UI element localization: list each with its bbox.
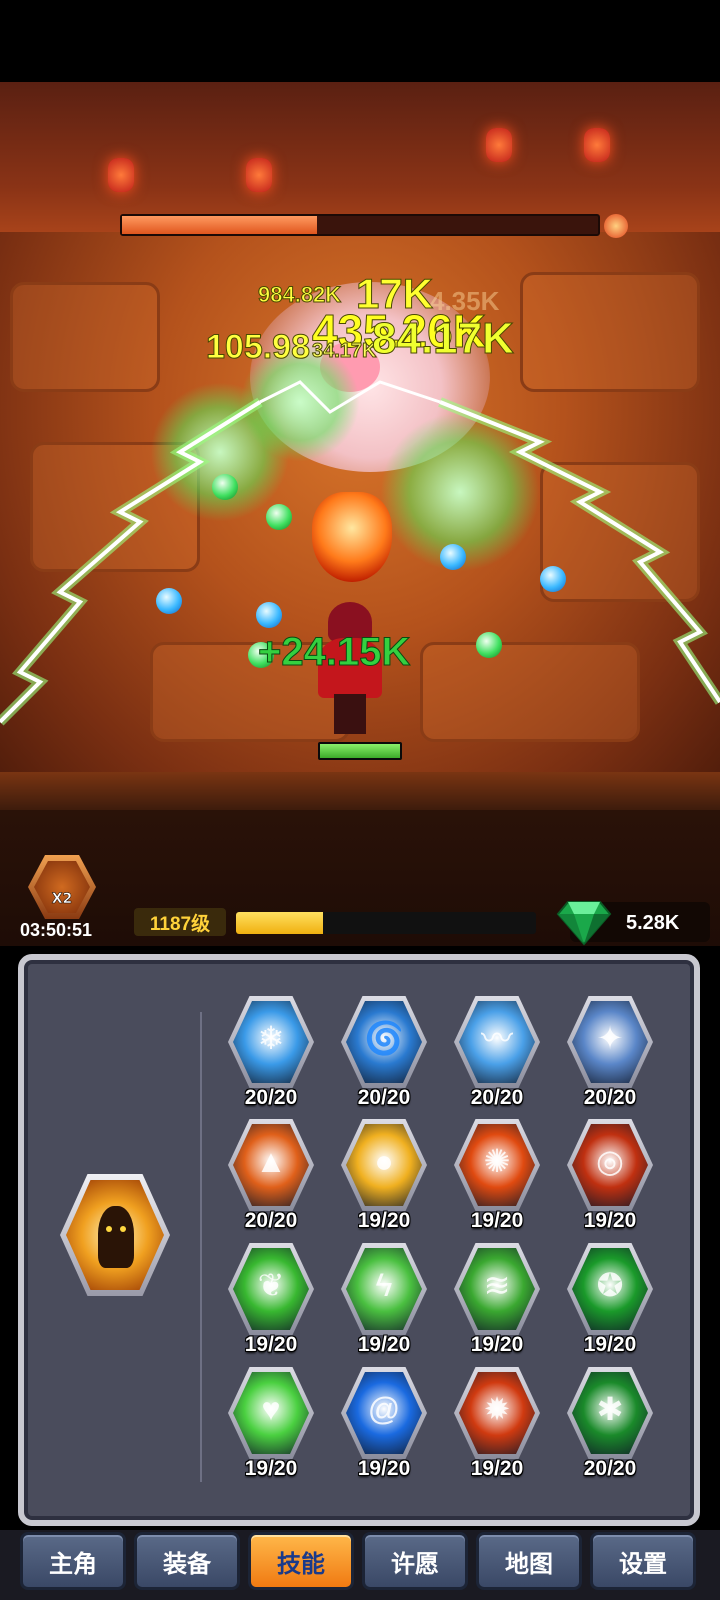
skill-level: 19/20 xyxy=(244,1333,298,1356)
battle-scene[interactable]: 984.82K 17K 435.26K 4.35K 105.98 34.17K … xyxy=(0,82,720,810)
damage-number: 105.98 xyxy=(206,328,311,367)
skill-level: 20/20 xyxy=(470,1086,524,1109)
mana-orb xyxy=(156,588,182,614)
hero-health-bar xyxy=(318,742,402,760)
tab-equipment[interactable]: 装备 xyxy=(134,1532,240,1590)
boss-skull-icon xyxy=(604,214,628,238)
skill-level: 20/20 xyxy=(244,1086,298,1109)
tab-map[interactable]: 地图 xyxy=(476,1532,582,1590)
heal-orb xyxy=(266,504,292,530)
skill-slot[interactable]: @19/20 xyxy=(341,1367,427,1485)
skill-glyph: ✹ xyxy=(483,1391,511,1427)
character-silhouette xyxy=(98,1206,134,1268)
skill-slot[interactable]: ● 19/20 xyxy=(341,1119,427,1237)
heal-orb xyxy=(476,632,502,658)
skill-slot[interactable]: ✪ 19/20 xyxy=(567,1243,653,1361)
skill-slot[interactable]: ≋ 19/20 xyxy=(454,1243,540,1361)
skill-slot[interactable]: ϟ 19/20 xyxy=(341,1243,427,1361)
tab-wish[interactable]: 许愿 xyxy=(362,1532,468,1590)
boost-frame: X2 xyxy=(28,855,96,919)
heal-number: +24.15K xyxy=(257,630,411,675)
gem-count: 5.28K xyxy=(626,912,680,934)
tab-skills[interactable]: 技能 xyxy=(248,1532,354,1590)
skill-glyph: ❄ xyxy=(257,1020,285,1056)
tab-protagonist[interactable]: 主角 xyxy=(20,1532,126,1590)
skill-slot[interactable]: ◎ 19/20 xyxy=(567,1119,653,1237)
hero-legs xyxy=(334,694,366,734)
skill-slot[interactable]: ✱ 20/20 xyxy=(567,1367,653,1485)
skill-glyph: ✪ xyxy=(596,1267,624,1303)
boost-timer: 03:50:51 xyxy=(20,920,93,940)
heal-orb xyxy=(212,474,238,500)
skill-level: 19/20 xyxy=(470,1457,524,1480)
skill-glyph: ϟ xyxy=(375,1267,393,1303)
boss-health-fill xyxy=(122,216,318,234)
skill-glyph: ✺ xyxy=(483,1143,511,1179)
skill-level: 20/20 xyxy=(583,1086,637,1109)
double-boost-badge[interactable]: X2 xyxy=(28,855,96,919)
skill-glyph: 🌀 xyxy=(364,1020,404,1056)
skill-slot[interactable]: ❦ 19/20 xyxy=(228,1243,314,1361)
skill-level: 19/20 xyxy=(357,1333,411,1356)
skill-glyph: ✦ xyxy=(596,1020,624,1056)
status-bar xyxy=(0,0,720,82)
boost-multiplier: X2 xyxy=(51,891,73,908)
skill-level: 19/20 xyxy=(470,1333,524,1356)
skill-glyph: ≋ xyxy=(483,1267,511,1303)
player-level: 1187级 xyxy=(134,908,226,936)
character-eye xyxy=(120,1226,126,1232)
skill-level: 20/20 xyxy=(583,1457,637,1480)
fireball xyxy=(312,492,392,582)
skill-level: 20/20 xyxy=(244,1209,298,1232)
damage-number: 84.17K xyxy=(372,314,515,364)
skill-level: 19/20 xyxy=(357,1457,411,1480)
skill-glyph: ♥ xyxy=(261,1391,281,1427)
skill-level: 19/20 xyxy=(583,1209,637,1232)
emerald-gem-icon xyxy=(556,901,612,946)
mana-orb xyxy=(256,602,282,628)
skill-slot[interactable]: ❄ 20/20 xyxy=(228,996,314,1114)
skill-level: 20/20 xyxy=(357,1086,411,1109)
money-bag-icon: X2 xyxy=(34,861,90,913)
skill-slot[interactable]: ✹ 19/20 xyxy=(454,1367,540,1485)
skill-glyph: ✱ xyxy=(596,1391,624,1427)
damage-number: 4.35K xyxy=(430,286,500,316)
skill-level: 19/20 xyxy=(357,1209,411,1232)
hero-health-fill xyxy=(320,744,400,758)
skill-slot[interactable]: 〰 20/20 xyxy=(454,996,540,1114)
skill-glyph: ▲ xyxy=(255,1143,287,1179)
skill-slot[interactable]: ✦ 20/20 xyxy=(567,996,653,1114)
character-eye xyxy=(106,1226,112,1232)
boss-health-bar xyxy=(120,214,600,236)
skill-slot[interactable]: ▲ 20/20 xyxy=(228,1119,314,1237)
skill-glyph: 〰 xyxy=(480,1020,513,1056)
skill-slot[interactable]: 🌀 20/20 xyxy=(341,996,427,1114)
skill-glyph: ❦ xyxy=(257,1267,285,1303)
skill-glyph: ● xyxy=(374,1143,394,1179)
skill-level: 19/20 xyxy=(470,1209,524,1232)
skill-glyph: @ xyxy=(367,1391,401,1427)
skill-slot[interactable]: ♥ 19/20 xyxy=(228,1367,314,1485)
panel-divider xyxy=(200,1012,202,1482)
xp-fill xyxy=(236,912,323,934)
damage-number: 34.17K xyxy=(312,340,377,363)
skill-level: 19/20 xyxy=(583,1333,637,1356)
tab-settings[interactable]: 设置 xyxy=(590,1532,696,1590)
skill-level: 19/20 xyxy=(244,1457,298,1480)
mana-orb xyxy=(540,566,566,592)
xp-bar xyxy=(236,912,536,934)
mana-orb xyxy=(440,544,466,570)
skill-slot[interactable]: ✺ 19/20 xyxy=(454,1119,540,1237)
skill-glyph: ◎ xyxy=(596,1143,624,1179)
